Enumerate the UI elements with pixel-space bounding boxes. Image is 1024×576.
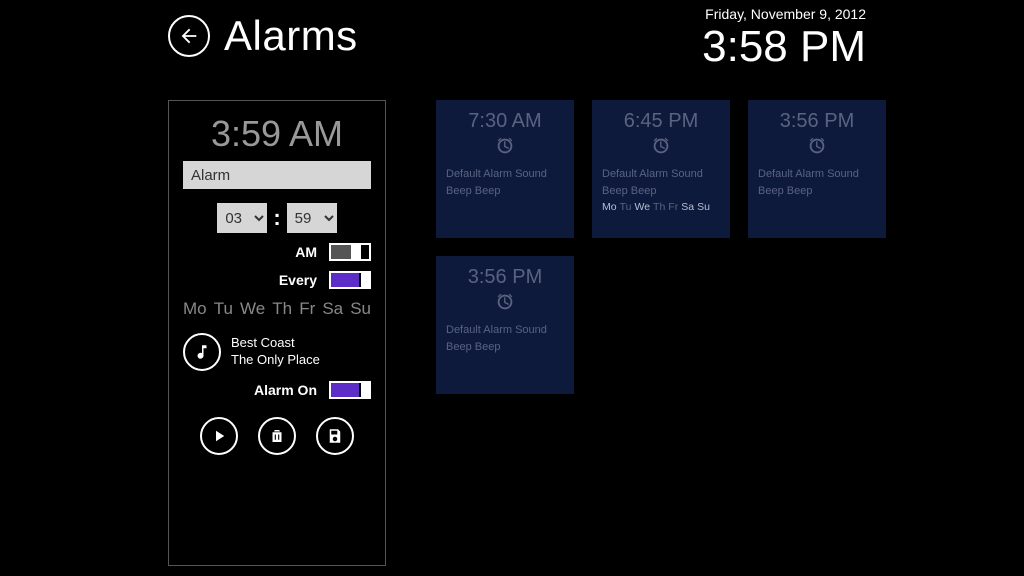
- alarm-name-input[interactable]: [183, 161, 371, 189]
- sound-picker-button[interactable]: [183, 333, 221, 371]
- day-fr[interactable]: Fr: [299, 299, 315, 319]
- tile-sound-line1: Default Alarm Sound: [602, 166, 703, 183]
- alarm-on-toggle[interactable]: [329, 381, 371, 399]
- days-row: Mo Tu We Th Fr Sa Su: [183, 299, 371, 319]
- ampm-label: AM: [295, 244, 317, 260]
- play-icon: [210, 427, 228, 445]
- tile-sound-line1: Default Alarm Sound: [758, 166, 859, 183]
- tile-time: 3:56 PM: [468, 266, 542, 289]
- page-title: Alarms: [224, 12, 358, 60]
- alarm-tiles-grid: 7:30 AMDefault Alarm SoundBeep Beep6:45 …: [436, 100, 976, 566]
- current-time: 3:58 PM: [702, 22, 866, 72]
- tile-sound-line2: Beep Beep: [446, 183, 500, 200]
- repeat-toggle[interactable]: [329, 271, 371, 289]
- tile-sound-line1: Default Alarm Sound: [446, 166, 547, 183]
- time-separator: :: [273, 205, 280, 231]
- day-th[interactable]: Th: [272, 299, 292, 319]
- alarm-tile[interactable]: 7:30 AM Default Alarm SoundBeep Beep: [436, 100, 574, 238]
- alarm-tile[interactable]: 3:56 PM Default Alarm SoundBeep Beep: [748, 100, 886, 238]
- save-icon: [326, 427, 344, 445]
- repeat-label: Every: [279, 272, 317, 288]
- trash-icon: [268, 427, 286, 445]
- alarm-clock-icon: [494, 291, 516, 316]
- current-date: Friday, November 9, 2012: [702, 6, 866, 22]
- alarm-editor-panel: 3:59 AM 03 : 59 AM Every Mo Tu We Th Fr …: [168, 100, 386, 566]
- tile-time: 6:45 PM: [624, 110, 698, 133]
- clock: Friday, November 9, 2012 3:58 PM: [702, 6, 866, 72]
- day-sa[interactable]: Sa: [322, 299, 343, 319]
- day-we[interactable]: We: [240, 299, 265, 319]
- sound-text: Best Coast The Only Place: [231, 335, 320, 369]
- delete-button[interactable]: [258, 417, 296, 455]
- alarm-clock-icon: [650, 135, 672, 160]
- day-tu[interactable]: Tu: [214, 299, 233, 319]
- alarm-clock-icon: [806, 135, 828, 160]
- back-button[interactable]: [168, 15, 210, 57]
- editor-time-display: 3:59 AM: [211, 113, 343, 155]
- tile-sound-line2: Beep Beep: [602, 183, 656, 200]
- sound-track: The Only Place: [231, 352, 320, 369]
- tile-sound-line2: Beep Beep: [758, 183, 812, 200]
- tile-sound-line2: Beep Beep: [446, 339, 500, 356]
- music-note-icon: [193, 343, 211, 361]
- tile-days: MoTuWeThFrSaSu: [602, 201, 713, 213]
- save-button[interactable]: [316, 417, 354, 455]
- tile-time: 7:30 AM: [468, 110, 541, 133]
- day-mo[interactable]: Mo: [183, 299, 207, 319]
- alarm-tile[interactable]: 6:45 PM Default Alarm SoundBeep BeepMoTuW…: [592, 100, 730, 238]
- arrow-left-icon: [178, 25, 200, 47]
- ampm-toggle[interactable]: [329, 243, 371, 261]
- day-su[interactable]: Su: [350, 299, 371, 319]
- tile-time: 3:56 PM: [780, 110, 854, 133]
- alarm-on-label: Alarm On: [254, 382, 317, 398]
- sound-artist: Best Coast: [231, 335, 320, 352]
- play-button[interactable]: [200, 417, 238, 455]
- hour-select[interactable]: 03: [217, 203, 267, 233]
- minute-select[interactable]: 59: [287, 203, 337, 233]
- alarm-clock-icon: [494, 135, 516, 160]
- tile-sound-line1: Default Alarm Sound: [446, 322, 547, 339]
- alarm-tile[interactable]: 3:56 PM Default Alarm SoundBeep Beep: [436, 256, 574, 394]
